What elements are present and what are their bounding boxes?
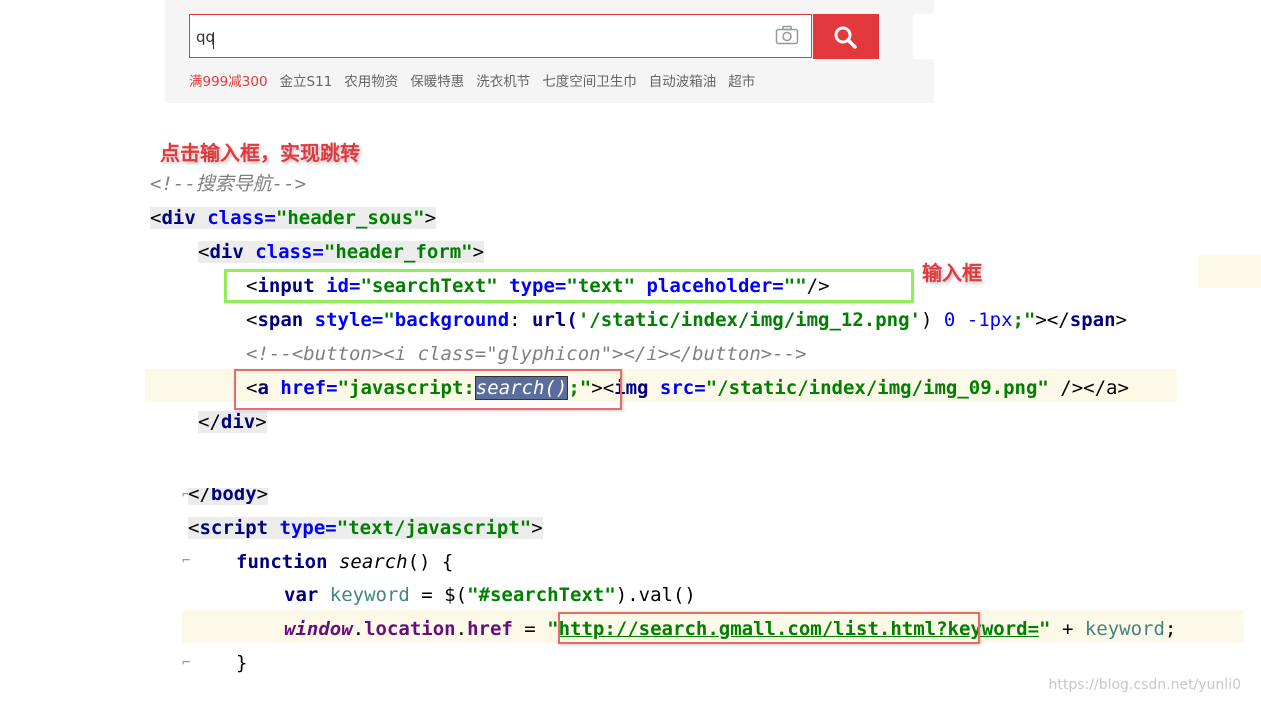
watermark: https://blog.csdn.net/yunli0 — [1048, 677, 1241, 693]
hotword-link[interactable]: 自动波箱油 — [649, 74, 717, 90]
code-line-header-form: <div class="header_form"> — [198, 241, 485, 263]
hotword-link[interactable]: 金立S11 — [280, 74, 333, 90]
panel-edge — [913, 14, 934, 59]
text-caret — [213, 32, 214, 49]
code-line-script-open: <script type="text/javascript"> — [188, 517, 543, 539]
line-highlight-fragment — [1198, 255, 1261, 288]
url-highlight-box — [558, 612, 980, 644]
hotword-link[interactable]: 农用物资 — [344, 74, 398, 90]
anchor-highlight-box — [234, 369, 622, 410]
camera-icon[interactable] — [775, 25, 799, 45]
code-line-body-close: </body> — [188, 483, 269, 505]
hotword-link[interactable]: 保暖特惠 — [410, 74, 464, 90]
search-panel: qq 满999减300 金立S11 农用物资 保暖特惠 洗衣机节 七度空间卫生巾 自动波箱油… — [165, 0, 934, 103]
annotation-input-box: 输入框 — [922, 261, 982, 285]
code-line-header-sous: <div class="header_sous"> — [150, 207, 437, 229]
hot-keywords: 满999减300 金立S11 农用物资 保暖特惠 洗衣机节 七度空间卫生巾 自动波箱油 超市 — [189, 70, 767, 90]
annotation-click-input: 点击输入框，实现跳转 — [160, 141, 360, 165]
code-line-div-close: </div> — [198, 411, 267, 433]
code-line-var-keyword: var keyword = $("#searchText").val() — [284, 584, 696, 606]
fold-marker[interactable]: ⌐ — [182, 553, 190, 569]
search-input[interactable]: qq — [189, 14, 812, 58]
hotword-link[interactable]: 超市 — [728, 74, 755, 90]
input-highlight-box — [224, 269, 914, 303]
code-line-button-comment: <!--<button><i class="glyphicon"></i></b… — [246, 343, 807, 365]
search-icon — [834, 26, 857, 49]
search-button[interactable] — [813, 14, 879, 59]
fold-marker[interactable]: ⌐ — [182, 655, 190, 671]
hotword-link[interactable]: 洗衣机节 — [476, 74, 530, 90]
code-line-brace-close: } — [236, 652, 248, 674]
hotword-link[interactable]: 满999减300 — [189, 74, 268, 90]
code-line-span: <span style="background: url('/static/in… — [246, 309, 1127, 331]
hotword-link[interactable]: 七度空间卫生巾 — [542, 74, 637, 90]
code-comment-search-nav: <!--搜索导航--> — [150, 173, 307, 195]
code-line-function: function search() { — [236, 551, 454, 573]
